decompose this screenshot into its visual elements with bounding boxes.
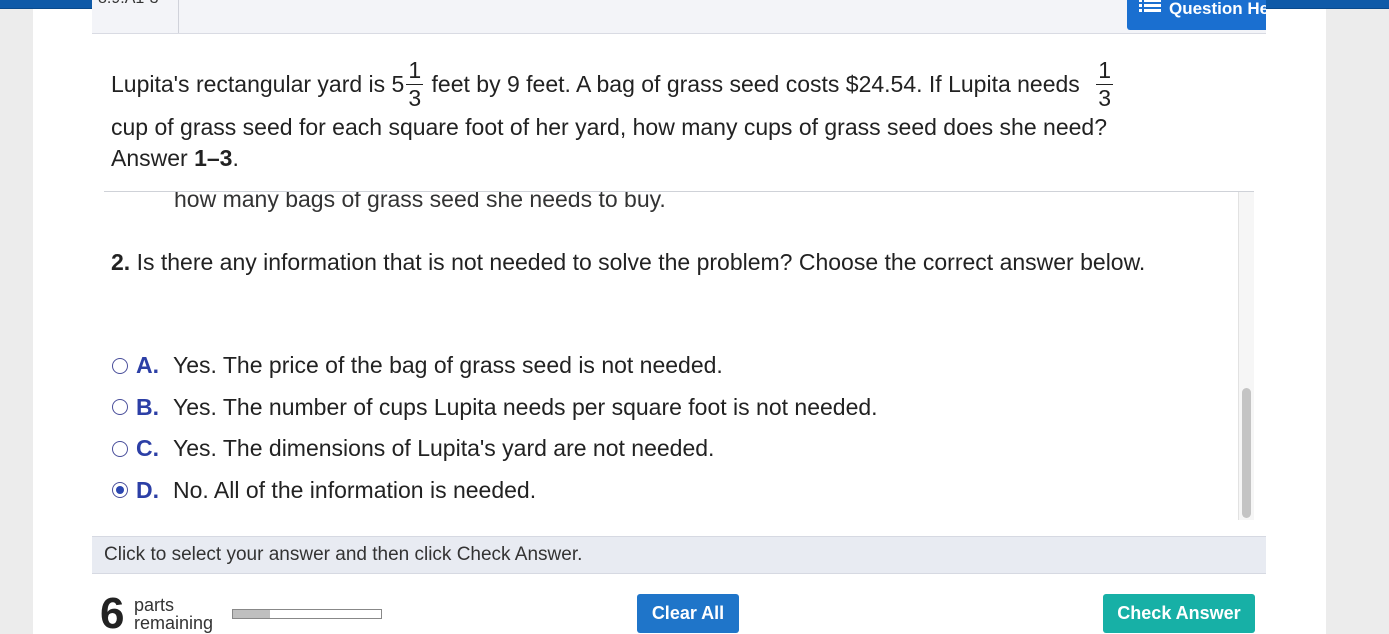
option-letter: C. [136, 435, 159, 462]
option-d[interactable]: D. No. All of the information is needed. [112, 470, 878, 512]
answer-range: 1–3 [194, 145, 233, 171]
fraction-numerator: 1 [406, 56, 424, 85]
question-help-button[interactable]: Question Help [1127, 0, 1266, 30]
question-header: 8.9.A1-3 Question Help [92, 0, 1266, 34]
fraction-one-third: 1 3 [406, 56, 424, 111]
list-icon [1139, 0, 1161, 12]
question-text-3: cup of grass seed for each square foot o… [111, 114, 1107, 140]
question-text-1: Lupita's rectangular yard is 5 [111, 70, 405, 97]
option-text: No. All of the information is needed. [173, 476, 537, 503]
option-a[interactable]: A. Yes. The price of the bag of grass se… [112, 345, 878, 387]
clear-all-button[interactable]: Clear All [637, 594, 739, 633]
answer-options: A. Yes. The price of the bag of grass se… [112, 345, 878, 511]
parts-remaining-label: parts remaining [134, 596, 213, 632]
radio-button[interactable] [112, 399, 128, 416]
status-bar: Click to select your answer and then cli… [92, 536, 1266, 574]
scrollbar[interactable] [1238, 192, 1254, 520]
fraction-denominator: 3 [1098, 84, 1111, 111]
part2-question: 2. Is there any information that is not … [111, 247, 1191, 278]
fraction-one-third-cup: 1 3 [1096, 56, 1113, 111]
question-id: 8.9.A1-3 [98, 0, 158, 8]
option-letter: A. [136, 352, 159, 379]
answer-suffix: . [232, 145, 239, 171]
radio-button[interactable] [112, 357, 128, 374]
part2-text: Is there any information that is not nee… [130, 249, 1146, 275]
part1-cut-text: how many bags of grass seed she needs to… [174, 192, 666, 212]
radio-button[interactable] [112, 440, 128, 457]
parts-remaining-count: 6 [100, 589, 125, 634]
parts-progress-bar [232, 609, 382, 619]
answer-scroll-area[interactable]: how many bags of grass seed she needs to… [104, 192, 1254, 520]
question-help-label: Question Help [1169, 0, 1266, 18]
option-letter: D. [136, 476, 159, 503]
option-letter: B. [136, 393, 159, 420]
fraction-numerator: 1 [1096, 56, 1113, 85]
parts-label-line1: parts [134, 595, 175, 615]
question-text-2: feet by 9 feet. A bag of grass seed cost… [425, 70, 1087, 97]
fraction-denominator: 3 [408, 84, 422, 111]
check-answer-button[interactable]: Check Answer [1103, 594, 1255, 633]
parts-label-line2: remaining [134, 613, 214, 633]
radio-button-selected[interactable] [112, 482, 128, 499]
option-b[interactable]: B. Yes. The number of cups Lupita needs … [112, 387, 878, 429]
answer-prefix: Answer [111, 145, 195, 171]
question-text: Lupita's rectangular yard is 5 1 3 feet … [111, 50, 1221, 174]
part2-number: 2. [111, 249, 131, 275]
option-text: Yes. The dimensions of Lupita's yard are… [173, 435, 715, 462]
option-text: Yes. The number of cups Lupita needs per… [173, 393, 878, 420]
scrollbar-thumb[interactable] [1242, 388, 1251, 518]
header-divider [178, 0, 179, 33]
progress-fill [233, 610, 270, 618]
answer-instruction: Answer 1–3. [111, 143, 1221, 174]
option-c[interactable]: C. Yes. The dimensions of Lupita's yard … [112, 428, 878, 470]
option-text: Yes. The price of the bag of grass seed … [173, 352, 723, 379]
